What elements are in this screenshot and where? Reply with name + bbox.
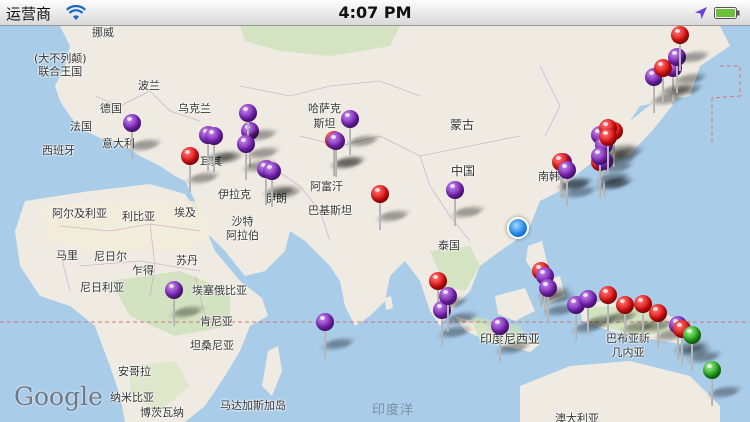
clock: 4:07 PM: [338, 3, 412, 22]
map-label-botswana: 博茨瓦纳: [140, 406, 184, 419]
current-location-dot[interactable]: [507, 217, 529, 239]
map-label-spain: 西班牙: [42, 144, 75, 157]
red-map-pin[interactable]: [670, 26, 711, 74]
red-map-pin[interactable]: [648, 304, 689, 352]
map-label-mali: 马里: [56, 249, 78, 262]
battery-icon: [714, 7, 740, 19]
red-map-pin[interactable]: [598, 128, 639, 176]
purple-map-pin[interactable]: [122, 114, 163, 162]
map-label-poland: 波兰: [138, 79, 160, 92]
map-label-france: 法国: [70, 120, 92, 133]
purple-map-pin[interactable]: [557, 161, 598, 209]
purple-map-pin[interactable]: [445, 181, 486, 229]
map-label-uk: (大不列颠) 联合王国: [34, 52, 87, 78]
map-label-saudi-arabia: 沙特 阿拉伯: [226, 215, 259, 242]
map-label-chad: 乍得: [132, 264, 154, 277]
map-label-iraq: 伊拉克: [218, 188, 251, 201]
map-label-libya: 利比亚: [122, 210, 155, 223]
purple-map-pin[interactable]: [438, 287, 479, 335]
map-label-algeria: 阿尔及利亚: [52, 207, 107, 220]
green-map-pin[interactable]: [682, 326, 723, 374]
map-label-tanzania: 坦桑尼亚: [190, 339, 234, 352]
purple-map-pin[interactable]: [204, 127, 245, 175]
purple-map-pin[interactable]: [236, 135, 277, 183]
map-label-afghanistan: 阿富汗: [310, 180, 343, 193]
world-map[interactable]: 挪威 (大不列颠) 联合王国 波兰 德国 乌克兰 哈萨克 斯坦 法国 意大利 西…: [0, 26, 750, 422]
map-label-egypt: 埃及: [174, 206, 196, 219]
map-label-namibia: 纳米比亚: [110, 391, 154, 404]
map-label-germany: 德国: [100, 102, 122, 115]
purple-map-pin[interactable]: [538, 279, 579, 327]
map-label-china: 中国: [451, 164, 476, 178]
map-label-ukraine: 乌克兰: [178, 102, 211, 115]
purple-map-pin[interactable]: [340, 110, 381, 158]
google-logo: Google: [14, 382, 103, 411]
red-map-pin[interactable]: [615, 296, 656, 344]
map-label-norway: 挪威: [92, 26, 114, 39]
red-map-pin[interactable]: [370, 185, 411, 233]
map-label-madagascar: 马达加斯加岛: [220, 399, 286, 412]
map-label-indian-ocean: 印度洋: [372, 403, 415, 418]
red-map-pin[interactable]: [180, 147, 221, 195]
map-label-angola: 安哥拉: [118, 365, 151, 378]
map-label-pakistan: 巴基斯坦: [308, 204, 352, 217]
purple-map-pin[interactable]: [490, 317, 531, 365]
map-label-thailand: 泰国: [438, 239, 460, 252]
location-arrow-icon: [695, 7, 707, 19]
map-label-australia: 澳大利亚: [555, 412, 599, 422]
status-bar: 运营商 4:07 PM: [0, 0, 750, 26]
purple-map-pin[interactable]: [262, 162, 303, 210]
green-map-pin[interactable]: [702, 361, 743, 409]
purple-map-pin[interactable]: [315, 313, 356, 361]
map-label-sudan: 苏丹: [176, 254, 198, 267]
map-label-niger: 尼日尔: [94, 250, 127, 263]
map-label-ethiopia: 埃塞俄比亚: [192, 284, 247, 297]
map-label-mongolia: 蒙古: [450, 118, 475, 132]
map-label-nigeria: 尼日利亚: [80, 281, 124, 294]
purple-map-pin[interactable]: [578, 290, 619, 338]
map-label-kenya: 肯尼亚: [200, 315, 233, 328]
purple-map-pin[interactable]: [164, 281, 205, 329]
map-label-kazakhstan: 哈萨克 斯坦: [308, 102, 341, 130]
